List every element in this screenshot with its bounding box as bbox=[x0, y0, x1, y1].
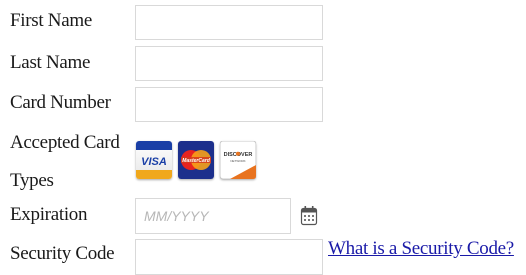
mastercard-card-icon: MasterCard bbox=[178, 141, 214, 179]
security-code-input[interactable] bbox=[135, 239, 323, 275]
svg-text:MasterCard: MasterCard bbox=[182, 158, 210, 164]
first-name-label: First Name bbox=[10, 10, 92, 31]
svg-text:NETWORK: NETWORK bbox=[230, 159, 245, 163]
card-number-input[interactable] bbox=[135, 87, 323, 122]
first-name-input[interactable] bbox=[135, 5, 323, 40]
calendar-icon[interactable] bbox=[300, 205, 318, 226]
discover-card-icon: DISCOVER NETWORK bbox=[220, 141, 256, 179]
security-code-label: Security Code bbox=[10, 243, 115, 264]
card-number-label: Card Number bbox=[10, 92, 111, 113]
visa-card-icon: VISA bbox=[136, 141, 172, 179]
last-name-input[interactable] bbox=[135, 46, 323, 81]
expiration-input[interactable] bbox=[135, 198, 291, 234]
security-code-help-link[interactable]: What is a Security Code? bbox=[328, 238, 514, 260]
last-name-label: Last Name bbox=[10, 52, 91, 73]
svg-text:VISA: VISA bbox=[141, 156, 167, 168]
expiration-label: Expiration bbox=[10, 204, 88, 225]
accepted-cards-label-line2: Types bbox=[10, 170, 54, 191]
accepted-cards-label: Accepted Card bbox=[10, 132, 120, 153]
